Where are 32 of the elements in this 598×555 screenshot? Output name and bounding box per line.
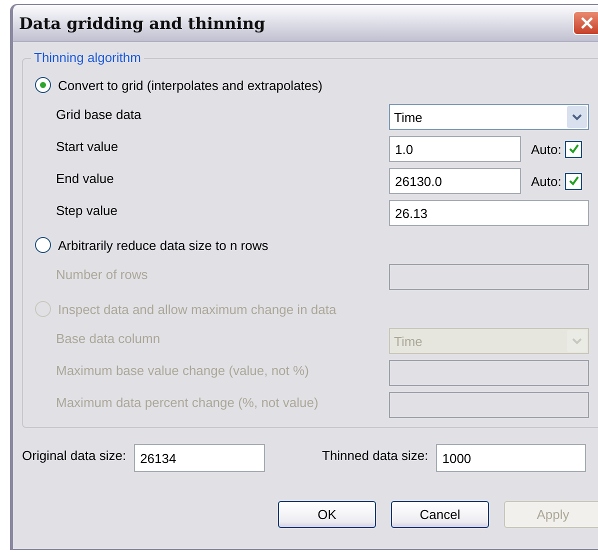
size-label: Original data size: bbox=[22, 448, 126, 462]
input-field[interactable]: 26130.0 bbox=[389, 168, 521, 194]
caret-icon bbox=[567, 106, 587, 128]
field-label: Grid base data bbox=[56, 106, 142, 122]
dropdown[interactable]: Time bbox=[389, 104, 589, 130]
field-label: Base data column bbox=[56, 330, 162, 346]
caret-icon bbox=[567, 330, 587, 352]
radio-option[interactable]: Arbitrarily reduce data size to n rows bbox=[35, 237, 268, 253]
auto-label: Auto: bbox=[531, 142, 562, 156]
field-label: Number of rows bbox=[56, 266, 149, 282]
field-label: Start value bbox=[56, 138, 120, 154]
window-title: Data gridding and thinning bbox=[19, 14, 266, 32]
dialog-button[interactable]: OK bbox=[278, 501, 376, 528]
field-label: Maximum data percent change (%, not value) bbox=[56, 394, 320, 410]
close-button[interactable] bbox=[573, 11, 598, 35]
input-field[interactable]: 26.13 bbox=[389, 200, 589, 226]
radio-option[interactable]: Convert to grid (interpolates and extrapolates) bbox=[35, 77, 322, 93]
field-label: Step value bbox=[56, 202, 118, 218]
close-icon bbox=[580, 16, 594, 30]
size-label: Thinned data size: bbox=[322, 448, 428, 462]
group-title: Thinning algorithm bbox=[31, 50, 144, 65]
check-icon bbox=[568, 143, 580, 155]
auto-checkbox[interactable] bbox=[565, 140, 582, 158]
input-field[interactable]: 1000 bbox=[436, 444, 586, 472]
field-label: Maximum base value change (value, not %) bbox=[56, 362, 310, 378]
input-field[interactable]: 26134 bbox=[134, 444, 266, 472]
check-icon bbox=[568, 175, 580, 187]
input-field[interactable]: 1.0 bbox=[389, 136, 521, 162]
dialog-button[interactable]: Cancel bbox=[391, 501, 489, 528]
field-label: End value bbox=[56, 170, 115, 186]
auto-checkbox[interactable] bbox=[565, 172, 582, 190]
auto-label: Auto: bbox=[531, 174, 562, 188]
